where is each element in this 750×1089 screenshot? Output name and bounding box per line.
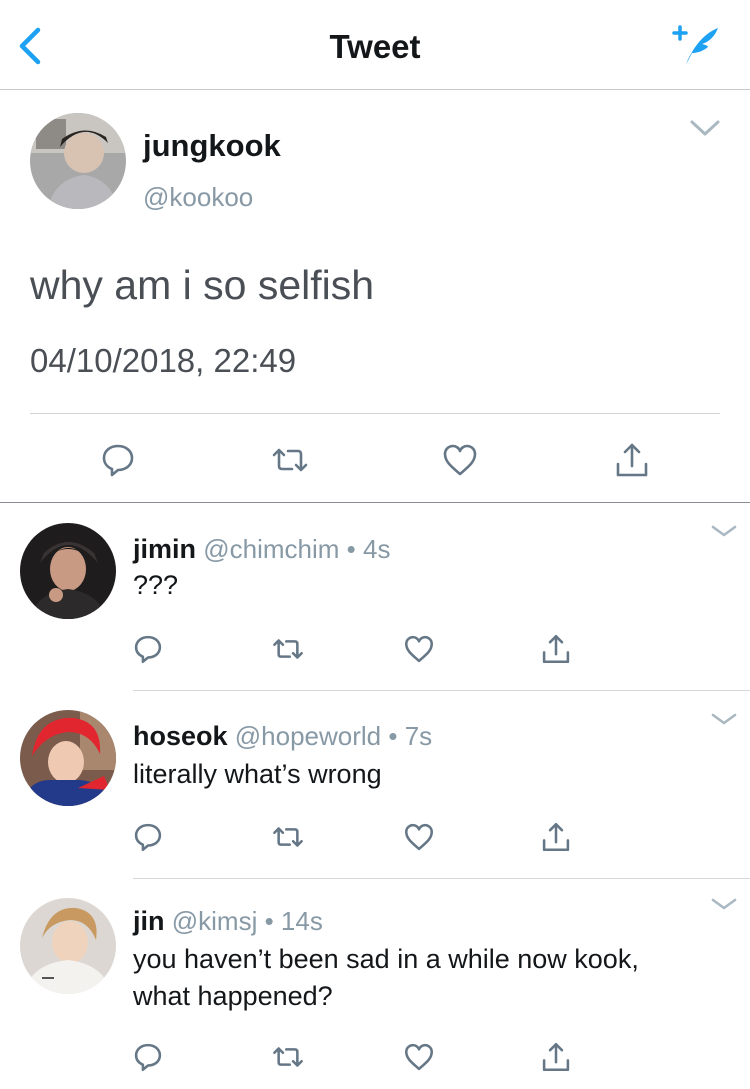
share-button[interactable] [539, 632, 573, 666]
like-icon [443, 444, 477, 476]
compose-tweet-icon [672, 25, 718, 64]
like-icon [404, 1043, 434, 1071]
like-icon [404, 635, 434, 663]
share-button[interactable] [539, 820, 573, 854]
like-button[interactable] [402, 820, 436, 854]
retweet-icon [273, 1047, 303, 1067]
reply-button[interactable] [131, 820, 165, 854]
avatar[interactable] [20, 898, 116, 994]
divider [30, 413, 720, 414]
reply-text: literally what’s wrong [133, 759, 382, 789]
tweet-menu-button[interactable] [710, 522, 738, 540]
tweet-text: why am i so selfish [30, 262, 375, 308]
author-name[interactable]: jimin [133, 534, 196, 564]
retweet-button[interactable] [270, 440, 310, 480]
reply-timestamp: 14s [280, 906, 323, 936]
reply-tweet: jin @kimsj • 14s you haven’t been sad in… [0, 879, 750, 1089]
like-button[interactable] [402, 1040, 436, 1074]
compose-tweet-button[interactable] [664, 20, 724, 70]
reply-tweet: jimin @chimchim • 4s ??? [0, 503, 750, 690]
retweet-icon [273, 639, 303, 659]
author-name[interactable]: hoseok [133, 721, 228, 751]
chevron-down-icon [711, 898, 737, 910]
author-handle[interactable]: @hopeworld [235, 721, 381, 751]
page-title: Tweet [329, 28, 421, 65]
main-tweet: jungkook @kookoo why am i so selfish 04/… [0, 90, 750, 503]
avatar[interactable] [30, 113, 126, 209]
reply-text-line: what happened? [133, 981, 333, 1011]
share-icon [542, 1042, 570, 1072]
nav-header: Tweet [0, 0, 750, 90]
reply-text-line: you haven’t been sad in a while now kook… [133, 944, 639, 974]
share-button[interactable] [539, 1040, 573, 1074]
author-handle[interactable]: @kimsj [172, 906, 258, 936]
tweet-menu-button[interactable] [710, 895, 738, 913]
like-button[interactable] [402, 632, 436, 666]
reply-timestamp: 7s [404, 721, 433, 751]
reply-text: ??? [133, 570, 179, 600]
reply-header: jin @kimsj • 14s [133, 906, 323, 937]
share-icon [542, 634, 570, 664]
separator-dot: • [388, 721, 398, 751]
chevron-down-icon [711, 713, 737, 725]
reply-button[interactable] [98, 440, 138, 480]
avatar[interactable] [20, 523, 116, 619]
like-icon [404, 823, 434, 851]
author-name[interactable]: jungkook [143, 128, 281, 164]
reply-header: jimin @chimchim • 4s [133, 534, 390, 565]
retweet-icon [273, 827, 303, 847]
avatar[interactable] [20, 710, 116, 806]
retweet-button[interactable] [271, 820, 305, 854]
retweet-button[interactable] [271, 632, 305, 666]
chevron-down-icon [711, 525, 737, 537]
separator-dot: • [264, 906, 274, 936]
reply-timestamp: 4s [363, 534, 391, 564]
share-icon [542, 822, 570, 852]
separator-dot: • [346, 534, 356, 564]
reply-header: hoseok @hopeworld • 7s [133, 721, 432, 752]
author-handle[interactable]: @kookoo [143, 182, 253, 213]
share-button[interactable] [612, 440, 652, 480]
like-button[interactable] [440, 440, 480, 480]
reply-icon [134, 823, 162, 852]
retweet-icon [272, 448, 308, 472]
reply-icon [134, 1043, 162, 1072]
reply-tweet: hoseok @hopeworld • 7s literally what’s … [0, 691, 750, 878]
reply-text: you haven’t been sad in a while now kook… [133, 941, 639, 1015]
tweet-menu-button[interactable] [688, 116, 722, 140]
retweet-button[interactable] [271, 1040, 305, 1074]
author-name[interactable]: jin [133, 906, 165, 936]
tweet-timestamp: 04/10/2018, 22:49 [30, 342, 297, 379]
share-icon [616, 443, 648, 477]
chevron-down-icon [690, 120, 720, 136]
reply-button[interactable] [131, 1040, 165, 1074]
tweet-menu-button[interactable] [710, 710, 738, 728]
author-handle[interactable]: @chimchim [203, 534, 339, 564]
reply-icon [102, 444, 134, 477]
reply-button[interactable] [131, 632, 165, 666]
reply-icon [134, 635, 162, 664]
